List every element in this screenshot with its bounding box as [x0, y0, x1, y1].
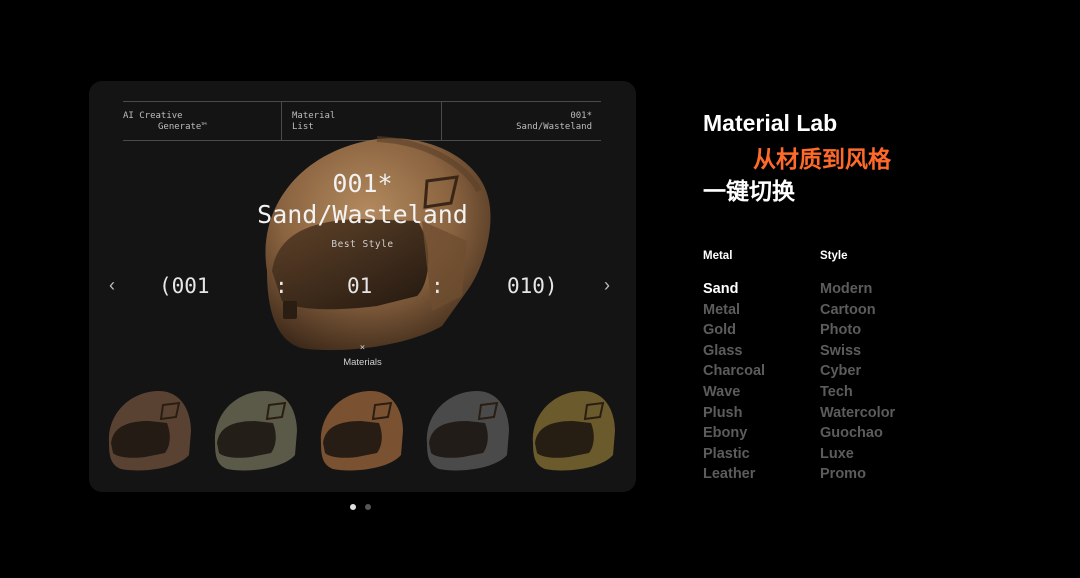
- style-item[interactable]: Watercolor: [820, 403, 895, 424]
- header-left-line2: Generate™: [158, 122, 207, 132]
- info-subtitle-accent: 从材质到风格: [753, 146, 891, 172]
- style-item[interactable]: Tech: [820, 382, 895, 403]
- material-name: Sand/Wasteland: [257, 200, 468, 229]
- header-right-line2: Sand/Wasteland: [516, 122, 592, 132]
- metal-item[interactable]: Wave: [703, 382, 765, 403]
- style-column-header: Style: [820, 250, 848, 262]
- style-item[interactable]: Cartoon: [820, 300, 895, 321]
- material-preview-card: AI Creative Generate™ Material List 001*…: [89, 81, 636, 492]
- material-thumbnail-helmet-tan[interactable]: [313, 383, 405, 479]
- counter-current: 01: [347, 274, 373, 298]
- materials-label: Materials: [343, 357, 382, 368]
- material-thumbnail-helmet-grey[interactable]: [419, 383, 511, 479]
- metal-item[interactable]: Glass: [703, 341, 765, 362]
- metal-item[interactable]: Metal: [703, 300, 765, 321]
- style-item[interactable]: Photo: [820, 320, 895, 341]
- header-right-line1: 001*: [570, 111, 592, 121]
- metal-item[interactable]: Charcoal: [703, 361, 765, 382]
- metal-item[interactable]: Sand: [703, 279, 765, 300]
- material-thumbnail-helmet-brown[interactable]: [101, 383, 193, 479]
- header-left-line1: AI Creative: [123, 111, 183, 121]
- close-icon[interactable]: ×: [89, 343, 636, 353]
- pagination-dot-active[interactable]: [350, 504, 356, 510]
- material-number: 001*: [332, 169, 393, 198]
- best-style-label: Best Style: [331, 239, 394, 250]
- metal-item[interactable]: Plastic: [703, 444, 765, 465]
- info-title: Material Lab: [703, 110, 838, 136]
- style-item[interactable]: Modern: [820, 279, 895, 300]
- counter-end: 010): [507, 274, 558, 298]
- material-thumbnail-helmet-olive[interactable]: [207, 383, 299, 479]
- style-item[interactable]: Cyber: [820, 361, 895, 382]
- metal-list: Sand Metal Gold Glass Charcoal Wave Plush Ebony…: [703, 279, 765, 485]
- metal-item[interactable]: Gold: [703, 320, 765, 341]
- style-item[interactable]: Luxe: [820, 444, 895, 465]
- material-thumbnail-helmet-camo[interactable]: [525, 383, 617, 479]
- style-item[interactable]: Guochao: [820, 423, 895, 444]
- style-list: Modern Cartoon Photo Swiss Cyber Tech Watercol…: [820, 279, 895, 485]
- metal-item[interactable]: Ebony: [703, 423, 765, 444]
- style-item[interactable]: Swiss: [820, 341, 895, 362]
- metal-item[interactable]: Leather: [703, 464, 765, 485]
- pagination-dot[interactable]: [365, 504, 371, 510]
- counter-separator-2: :: [431, 274, 444, 298]
- counter-separator-1: :: [275, 274, 288, 298]
- metal-item[interactable]: Plush: [703, 403, 765, 424]
- info-subtitle: 一键切换: [703, 178, 795, 204]
- counter-start: (001: [159, 274, 210, 298]
- style-item[interactable]: Promo: [820, 464, 895, 485]
- metal-column-header: Metal: [703, 250, 733, 262]
- chevron-right-icon[interactable]: ›: [604, 275, 610, 296]
- chevron-left-icon[interactable]: ‹: [109, 275, 115, 296]
